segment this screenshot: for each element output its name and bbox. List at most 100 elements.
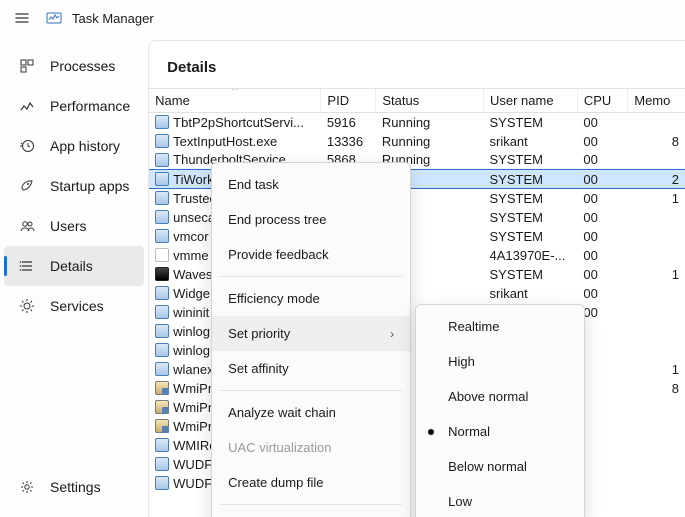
sidebar-item-startup-apps[interactable]: Startup apps xyxy=(4,166,144,206)
priority-above-normal[interactable]: Above normal xyxy=(416,379,584,414)
process-name: WMIRe xyxy=(173,438,216,453)
col-status[interactable]: Status xyxy=(376,89,484,113)
col-user[interactable]: User name xyxy=(483,89,577,113)
process-name: vmcor xyxy=(173,229,208,244)
process-icon xyxy=(155,400,169,414)
process-name: Waves xyxy=(173,267,212,282)
col-name[interactable]: Name⌃ xyxy=(149,89,321,113)
process-name: vmme xyxy=(173,248,208,263)
process-icon xyxy=(155,248,169,262)
sidebar-item-label: Details xyxy=(50,258,93,274)
sidebar-item-performance[interactable]: Performance xyxy=(4,86,144,126)
ctx-set-affinity[interactable]: Set affinity xyxy=(212,351,410,386)
sidebar-item-label: Startup apps xyxy=(50,178,129,194)
process-name: WmiPr xyxy=(173,400,212,415)
process-icon xyxy=(155,343,169,357)
process-name: wlanex xyxy=(173,362,213,377)
process-name: WUDFI xyxy=(173,457,216,472)
main-panel: Details Name⌃ PID Status User name CPU M… xyxy=(148,40,685,517)
ctx-end-task[interactable]: End task xyxy=(212,167,410,202)
ctx-set-priority[interactable]: Set priority › xyxy=(212,316,410,351)
process-icon xyxy=(155,267,169,281)
process-icon xyxy=(155,134,169,148)
sidebar-item-details[interactable]: Details xyxy=(4,246,144,286)
process-name: winlog xyxy=(173,324,210,339)
table-row[interactable]: TbtP2pShortcutServi...5916RunningSYSTEM0… xyxy=(149,113,685,132)
sidebar-item-label: Performance xyxy=(50,98,130,114)
ctx-separator xyxy=(220,390,402,391)
sidebar-item-settings[interactable]: Settings xyxy=(4,467,144,507)
process-icon xyxy=(155,362,169,376)
process-icon xyxy=(155,172,169,186)
sidebar-item-label: Users xyxy=(50,218,87,234)
table-row[interactable]: TextInputHost.exe13336Runningsrikant008 xyxy=(149,132,685,151)
priority-normal[interactable]: Normal xyxy=(416,414,584,449)
process-name: Widge xyxy=(173,286,210,301)
sidebar: Processes Performance App history Startu… xyxy=(0,36,148,517)
hamburger-button[interactable] xyxy=(8,4,36,32)
process-name: TextInputHost.exe xyxy=(173,134,277,149)
services-icon xyxy=(18,297,36,315)
ctx-feedback[interactable]: Provide feedback xyxy=(212,237,410,272)
sidebar-item-label: App history xyxy=(50,138,120,154)
sidebar-item-label: Processes xyxy=(50,58,115,74)
process-icon xyxy=(155,191,169,205)
process-icon xyxy=(155,457,169,471)
priority-below-normal[interactable]: Below normal xyxy=(416,449,584,484)
priority-submenu[interactable]: Realtime High Above normal Normal Below … xyxy=(415,304,585,517)
table-header-row[interactable]: Name⌃ PID Status User name CPU Memo xyxy=(149,89,685,113)
startup-icon xyxy=(18,177,36,195)
process-name: unseca xyxy=(173,210,215,225)
tm-logo-icon xyxy=(46,10,62,26)
ctx-end-tree[interactable]: End process tree xyxy=(212,202,410,237)
processes-icon xyxy=(18,57,36,75)
context-menu[interactable]: End task End process tree Provide feedba… xyxy=(211,162,411,517)
process-icon xyxy=(155,305,169,319)
ctx-analyze[interactable]: Analyze wait chain xyxy=(212,395,410,430)
chevron-right-icon: › xyxy=(390,327,394,341)
process-name: Trustec xyxy=(173,191,216,206)
process-icon xyxy=(155,438,169,452)
ctx-set-priority-label: Set priority xyxy=(228,326,290,341)
process-icon xyxy=(155,381,169,395)
settings-icon xyxy=(18,478,36,496)
process-name: WmiPr xyxy=(173,419,212,434)
users-icon xyxy=(18,217,36,235)
sidebar-item-users[interactable]: Users xyxy=(4,206,144,246)
details-icon xyxy=(18,257,36,275)
ctx-dump[interactable]: Create dump file xyxy=(212,465,410,500)
ctx-separator xyxy=(220,276,402,277)
process-icon xyxy=(155,286,169,300)
titlebar: Task Manager xyxy=(0,0,685,36)
ctx-open-location[interactable]: Open file location xyxy=(212,509,410,517)
sidebar-item-processes[interactable]: Processes xyxy=(4,46,144,86)
process-icon xyxy=(155,476,169,490)
col-pid[interactable]: PID xyxy=(321,89,376,113)
process-name: WmiPr xyxy=(173,381,212,396)
col-cpu[interactable]: CPU xyxy=(577,89,627,113)
ctx-uac: UAC virtualization xyxy=(212,430,410,465)
ctx-separator xyxy=(220,504,402,505)
col-mem[interactable]: Memo xyxy=(628,89,685,113)
priority-realtime[interactable]: Realtime xyxy=(416,309,584,344)
priority-low[interactable]: Low xyxy=(416,484,584,517)
process-name: TiWork xyxy=(173,172,213,187)
page-title: Details xyxy=(149,41,685,88)
process-name: wininit xyxy=(173,305,209,320)
sidebar-item-label: Settings xyxy=(50,479,101,495)
process-name: winlog xyxy=(173,343,210,358)
priority-high[interactable]: High xyxy=(416,344,584,379)
selected-dot-icon xyxy=(428,429,434,435)
sort-asc-icon: ⌃ xyxy=(230,89,239,99)
app-title: Task Manager xyxy=(72,11,154,26)
ctx-efficiency[interactable]: Efficiency mode xyxy=(212,281,410,316)
process-icon xyxy=(155,115,169,129)
performance-icon xyxy=(18,97,36,115)
process-icon xyxy=(155,324,169,338)
process-name: WUDFI xyxy=(173,476,216,491)
process-icon xyxy=(155,419,169,433)
sidebar-item-services[interactable]: Services xyxy=(4,286,144,326)
history-icon xyxy=(18,137,36,155)
process-icon xyxy=(155,210,169,224)
sidebar-item-app-history[interactable]: App history xyxy=(4,126,144,166)
